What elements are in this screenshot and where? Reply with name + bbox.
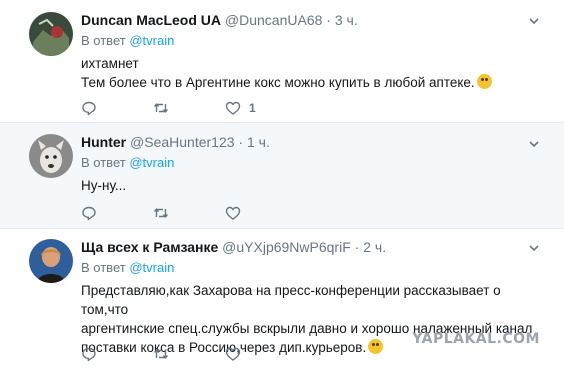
tweet[interactable]: Ща всех к Рамзанке @uYXjp69NwP6qriF · 2 … — [0, 229, 564, 371]
tweet-text-line: Ну-ну... — [81, 178, 127, 193]
tweet-text-line: Тем более что в Аргентине кокс можно куп… — [81, 75, 475, 90]
tweet[interactable]: Duncan MacLeod UA @DuncanUA68 · 3 ч. В о… — [0, 0, 564, 123]
tweet-actions — [81, 204, 297, 222]
like-button[interactable]: 1 — [225, 99, 297, 117]
reply-prefix: В ответ — [81, 155, 126, 170]
author-name[interactable]: Duncan MacLeod UA — [81, 12, 221, 28]
like-icon — [225, 206, 241, 220]
author-handle[interactable]: @uYXjp69NwP6qriF — [222, 239, 351, 255]
reply-icon — [82, 101, 96, 116]
reply-mention[interactable]: @tvrain — [129, 33, 174, 48]
tweet-text: ихтамнет Тем более что в Аргентине кокс … — [81, 54, 544, 92]
retweet-button[interactable] — [153, 204, 225, 222]
author-handle[interactable]: @DuncanUA68 — [225, 12, 323, 28]
reply-mention[interactable]: @tvrain — [129, 260, 174, 275]
reply-prefix: В ответ — [81, 260, 126, 275]
retweet-icon — [153, 349, 169, 359]
separator-dot: · — [326, 12, 331, 28]
emoji-icon — [476, 74, 492, 89]
like-count: 1 — [249, 101, 256, 115]
chevron-down-icon[interactable] — [528, 138, 540, 150]
tweet-text-line: ихтамнет — [81, 56, 139, 71]
reply-icon — [82, 206, 96, 221]
reply-icon — [82, 347, 96, 362]
reply-context: В ответ @tvrain — [81, 154, 544, 172]
reply-button[interactable] — [81, 99, 153, 117]
avatar[interactable] — [29, 239, 73, 283]
tweet[interactable]: Hunter @SeaHunter123 · 1 ч. В ответ @tvr… — [0, 123, 564, 229]
tweet-actions: 1 — [81, 99, 297, 117]
author-name[interactable]: Ща всех к Рамзанке — [81, 239, 218, 255]
emoji-icon — [368, 339, 384, 354]
tweet-header: Duncan MacLeod UA @DuncanUA68 · 3 ч. — [81, 11, 544, 29]
timestamp[interactable]: 3 ч. — [335, 12, 358, 28]
retweet-button[interactable] — [153, 99, 225, 117]
watermark: YAPLAKAL.COM — [412, 331, 540, 347]
tweet-header: Ща всех к Рамзанке @uYXjp69NwP6qriF · 2 … — [81, 238, 544, 256]
timestamp[interactable]: 1 ч. — [247, 134, 270, 150]
tweet-text-line: Представляю,как Захарова на пресс-конфер… — [81, 283, 501, 317]
avatar[interactable] — [29, 12, 73, 56]
chevron-down-icon[interactable] — [528, 15, 540, 27]
like-icon — [225, 101, 241, 115]
timestamp[interactable]: 2 ч. — [363, 239, 386, 255]
reply-button[interactable] — [81, 204, 153, 222]
separator-dot: · — [238, 134, 244, 150]
author-handle[interactable]: @SeaHunter123 — [130, 134, 235, 150]
like-button[interactable] — [225, 204, 297, 222]
retweet-icon — [153, 208, 169, 218]
reply-mention[interactable]: @tvrain — [129, 155, 174, 170]
chevron-down-icon[interactable] — [528, 242, 540, 254]
reply-button[interactable] — [81, 345, 153, 363]
like-button[interactable] — [225, 345, 297, 363]
retweet-button[interactable] — [153, 345, 225, 363]
author-name[interactable]: Hunter — [81, 134, 126, 150]
tweet-actions — [81, 345, 297, 363]
avatar[interactable] — [29, 134, 73, 178]
tweet-header: Hunter @SeaHunter123 · 1 ч. — [81, 133, 544, 151]
reply-context: В ответ @tvrain — [81, 32, 544, 50]
tweet-text: Ну-ну... — [81, 176, 544, 195]
reply-prefix: В ответ — [81, 33, 126, 48]
retweet-icon — [153, 103, 169, 113]
like-icon — [225, 347, 241, 361]
separator-dot: · — [354, 239, 360, 255]
reply-context: В ответ @tvrain — [81, 259, 544, 277]
